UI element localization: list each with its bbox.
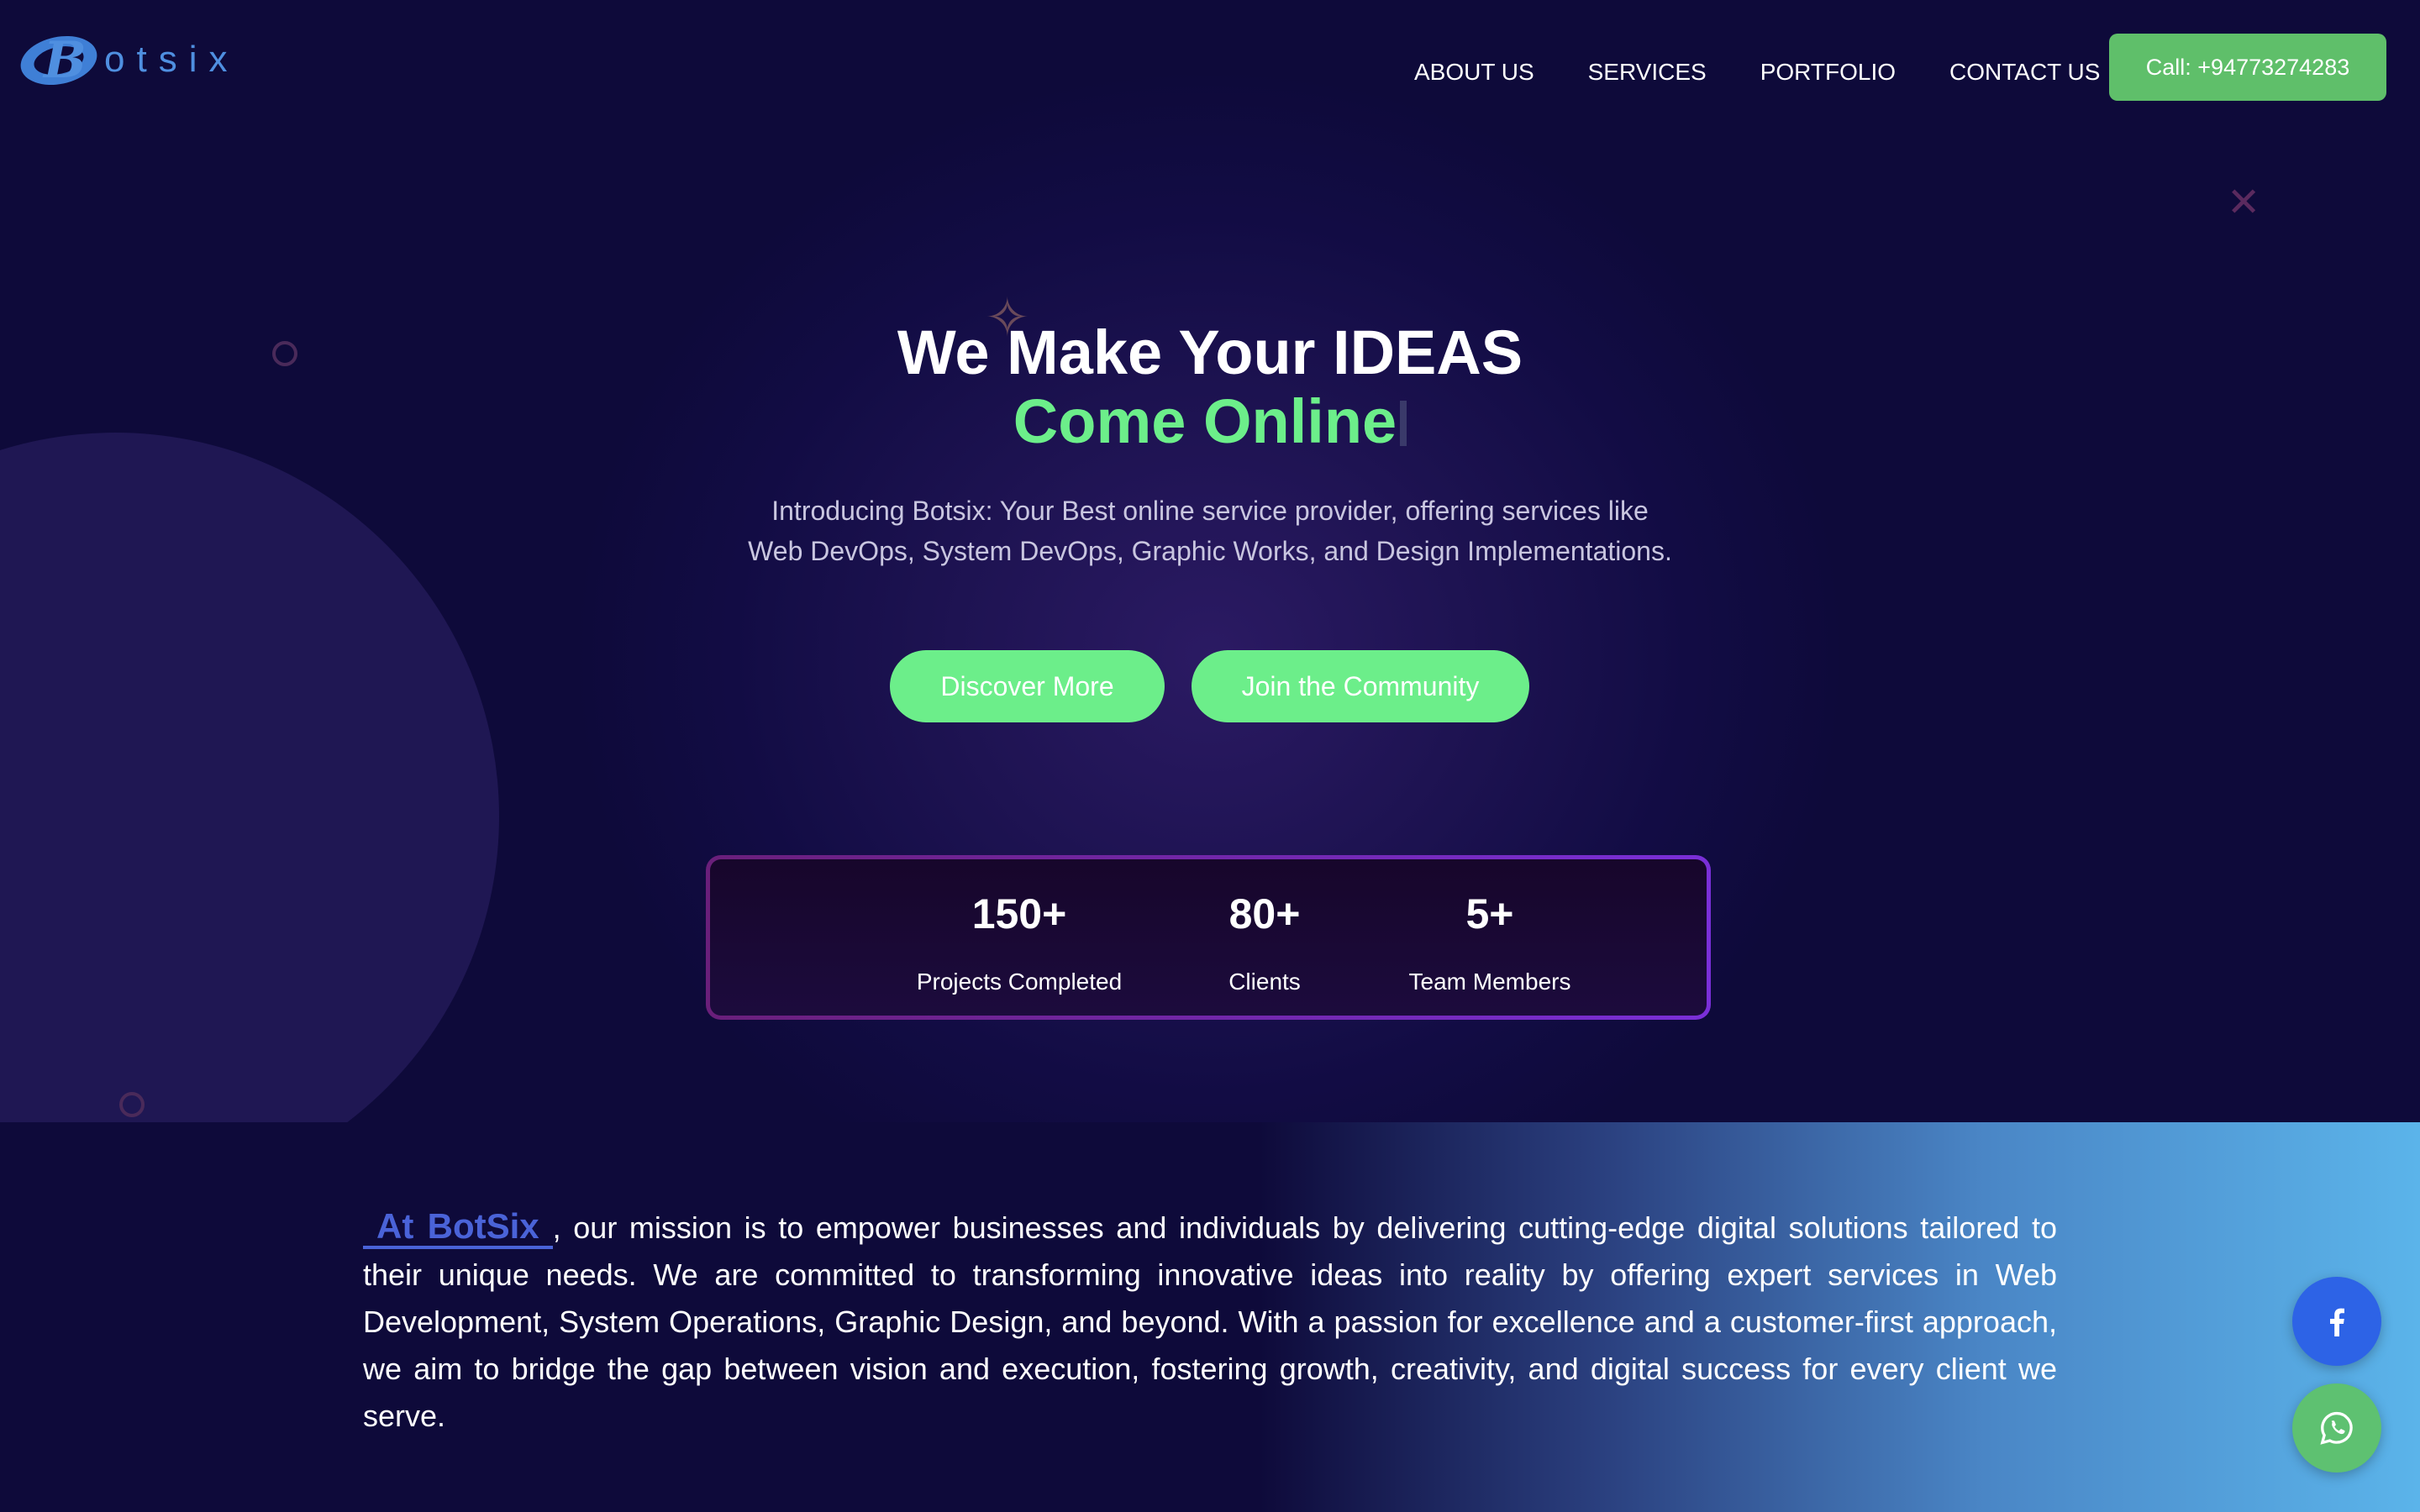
- logo-wordmark: otsix: [104, 39, 239, 81]
- mission-statement: At BotSix, our mission is to empower bus…: [363, 1203, 2057, 1440]
- hero-section: ✕ ✧ We Make Your IDEAS Come Online Intro…: [0, 0, 2420, 1122]
- stat-label: Projects Completed: [916, 969, 1123, 995]
- logo-icon: B: [18, 30, 103, 90]
- nav-portfolio[interactable]: PORTFOLIO: [1760, 59, 1896, 86]
- logo-letters: otsix: [104, 39, 239, 80]
- mission-body: , our mission is to empower businesses a…: [363, 1210, 2058, 1433]
- whatsapp-button[interactable]: [2292, 1383, 2381, 1473]
- nav-contact-us[interactable]: CONTACT US: [1949, 59, 2100, 86]
- hero-title: We Make Your IDEAS: [897, 318, 1523, 387]
- typing-cursor: [1400, 401, 1407, 446]
- decorative-ring-icon: [119, 1092, 145, 1117]
- decorative-x-icon: ✕: [2227, 181, 2261, 225]
- nav-services[interactable]: SERVICES: [1588, 59, 1707, 86]
- logo-initial: B: [42, 31, 87, 89]
- logo[interactable]: B otsix: [18, 30, 239, 90]
- site-header: B otsix ABOUT US SERVICES PORTFOLIO CONT…: [0, 0, 2420, 126]
- facebook-button[interactable]: [2292, 1277, 2381, 1366]
- join-community-button[interactable]: Join the Community: [1192, 650, 1529, 722]
- nav-about-us[interactable]: ABOUT US: [1414, 59, 1534, 86]
- discover-more-button[interactable]: Discover More: [890, 650, 1165, 722]
- hero-description: Introducing Botsix: Your Best online ser…: [748, 496, 1672, 566]
- facebook-icon: [2330, 1308, 2344, 1336]
- stat-value: 150+: [971, 890, 1067, 937]
- background-circle: [0, 433, 499, 1122]
- whatsapp-icon: [2320, 1411, 2353, 1445]
- hero-subtitle-text: Come Online: [1013, 386, 1397, 456]
- main-nav: ABOUT US SERVICES PORTFOLIO CONTACT US: [1414, 59, 2154, 86]
- stats-panel: 150+ Projects Completed 80+ Clients 5+ T…: [706, 855, 1711, 1020]
- call-button[interactable]: Call: +94773274283: [2109, 34, 2386, 101]
- stat-value: 5+: [1465, 890, 1514, 937]
- hero-subtitle: Come Online: [0, 386, 2420, 457]
- stat-label: Team Members: [1408, 969, 1571, 995]
- mission-brand-highlight: At BotSix: [363, 1206, 553, 1249]
